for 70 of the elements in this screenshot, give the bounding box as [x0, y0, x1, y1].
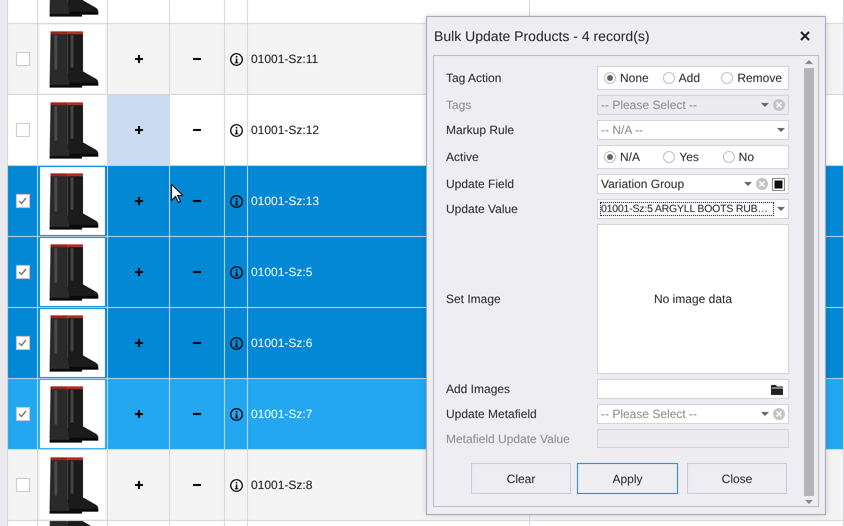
product-code: 01001-Sz:13 [251, 194, 320, 208]
field-label: Set Image [446, 292, 502, 306]
radio-button[interactable] [662, 72, 675, 84]
field-label: Add Images [446, 382, 512, 396]
dropdown-arrow-icon[interactable] [761, 412, 769, 416]
radio-label[interactable]: No [738, 150, 754, 164]
plus-icon[interactable] [134, 410, 142, 418]
radio-label[interactable]: Remove [737, 71, 782, 85]
field-label: Update Value [446, 202, 519, 216]
dialog-button[interactable]: Close [687, 463, 787, 494]
product-code: 01001-Sz:6 [251, 336, 312, 350]
image-box[interactable]: No image data [597, 224, 789, 374]
field-label: Metafield Update Value [446, 432, 571, 446]
plus-icon[interactable] [134, 55, 142, 63]
product-code: 01001-Sz:11 [251, 52, 318, 66]
checkbox[interactable] [16, 336, 30, 350]
file-field[interactable] [597, 379, 789, 399]
checkbox[interactable] [16, 478, 30, 492]
check-icon[interactable] [18, 410, 27, 418]
dialog-title: Bulk Update Products - 4 record(s) [434, 28, 650, 44]
product-code: 01001-Sz:8 [251, 478, 312, 492]
dropdown-field[interactable]: -- Please Select -- [597, 404, 789, 424]
dialog-button[interactable]: Apply [577, 463, 678, 494]
field-label: Update Metafield [446, 407, 538, 421]
square-icon[interactable] [772, 178, 785, 190]
close-button[interactable] [799, 30, 811, 42]
product-code: 01001-Sz:12 [251, 123, 320, 137]
checkbox[interactable] [16, 265, 30, 279]
radio-label[interactable]: N/A [620, 150, 640, 164]
field-label: Active [446, 150, 480, 164]
dialog-button[interactable]: Clear [471, 463, 571, 494]
radio-label[interactable]: None [620, 71, 649, 85]
info-icon[interactable] [230, 408, 242, 420]
dropdown-arrow-icon[interactable] [744, 182, 752, 186]
radio-label[interactable]: Add [678, 71, 700, 85]
check-icon[interactable] [18, 339, 27, 347]
field-label: Update Field [446, 177, 516, 191]
radio-label[interactable]: Yes [679, 150, 699, 164]
dropdown-arrow-icon[interactable] [777, 207, 785, 211]
check-icon[interactable] [18, 197, 27, 205]
plus-icon[interactable] [134, 126, 142, 134]
checkbox[interactable] [16, 123, 30, 137]
folder-icon[interactable] [771, 384, 784, 394]
dropdown-field[interactable]: Variation Group [597, 174, 789, 194]
check-icon[interactable] [18, 268, 27, 276]
dropdown-field[interactable]: -- N/A -- [597, 120, 789, 140]
product-code: 01001-Sz:7 [251, 407, 312, 421]
dropdown-arrow-icon[interactable] [777, 128, 785, 132]
radio-button[interactable] [722, 151, 735, 163]
checkbox[interactable] [16, 407, 30, 421]
scroll-up-icon[interactable] [805, 60, 813, 64]
product-code: 01001-Sz:5 [251, 265, 312, 279]
radio-button[interactable] [604, 72, 616, 84]
radio-button[interactable] [604, 151, 616, 163]
radio-button[interactable] [721, 72, 734, 84]
info-icon[interactable] [230, 478, 242, 492]
scroll-down-icon[interactable] [805, 500, 813, 504]
plus-icon[interactable] [134, 481, 142, 489]
field-label: Tag Action [446, 71, 502, 85]
checkbox[interactable] [16, 194, 30, 208]
empty-image-text: No image data [654, 292, 732, 306]
dropdown-field[interactable]: 01001-Sz:5 ARGYLL BOOTS RUB… [597, 199, 789, 219]
field-label: Tags [446, 98, 472, 112]
radio-button[interactable] [663, 151, 676, 163]
checkbox[interactable] [16, 52, 30, 66]
cursor-icon [171, 184, 183, 203]
info-icon[interactable] [230, 52, 242, 66]
scrollbar[interactable] [803, 60, 815, 504]
info-icon[interactable] [230, 124, 242, 136]
field-label: Markup Rule [446, 123, 516, 137]
